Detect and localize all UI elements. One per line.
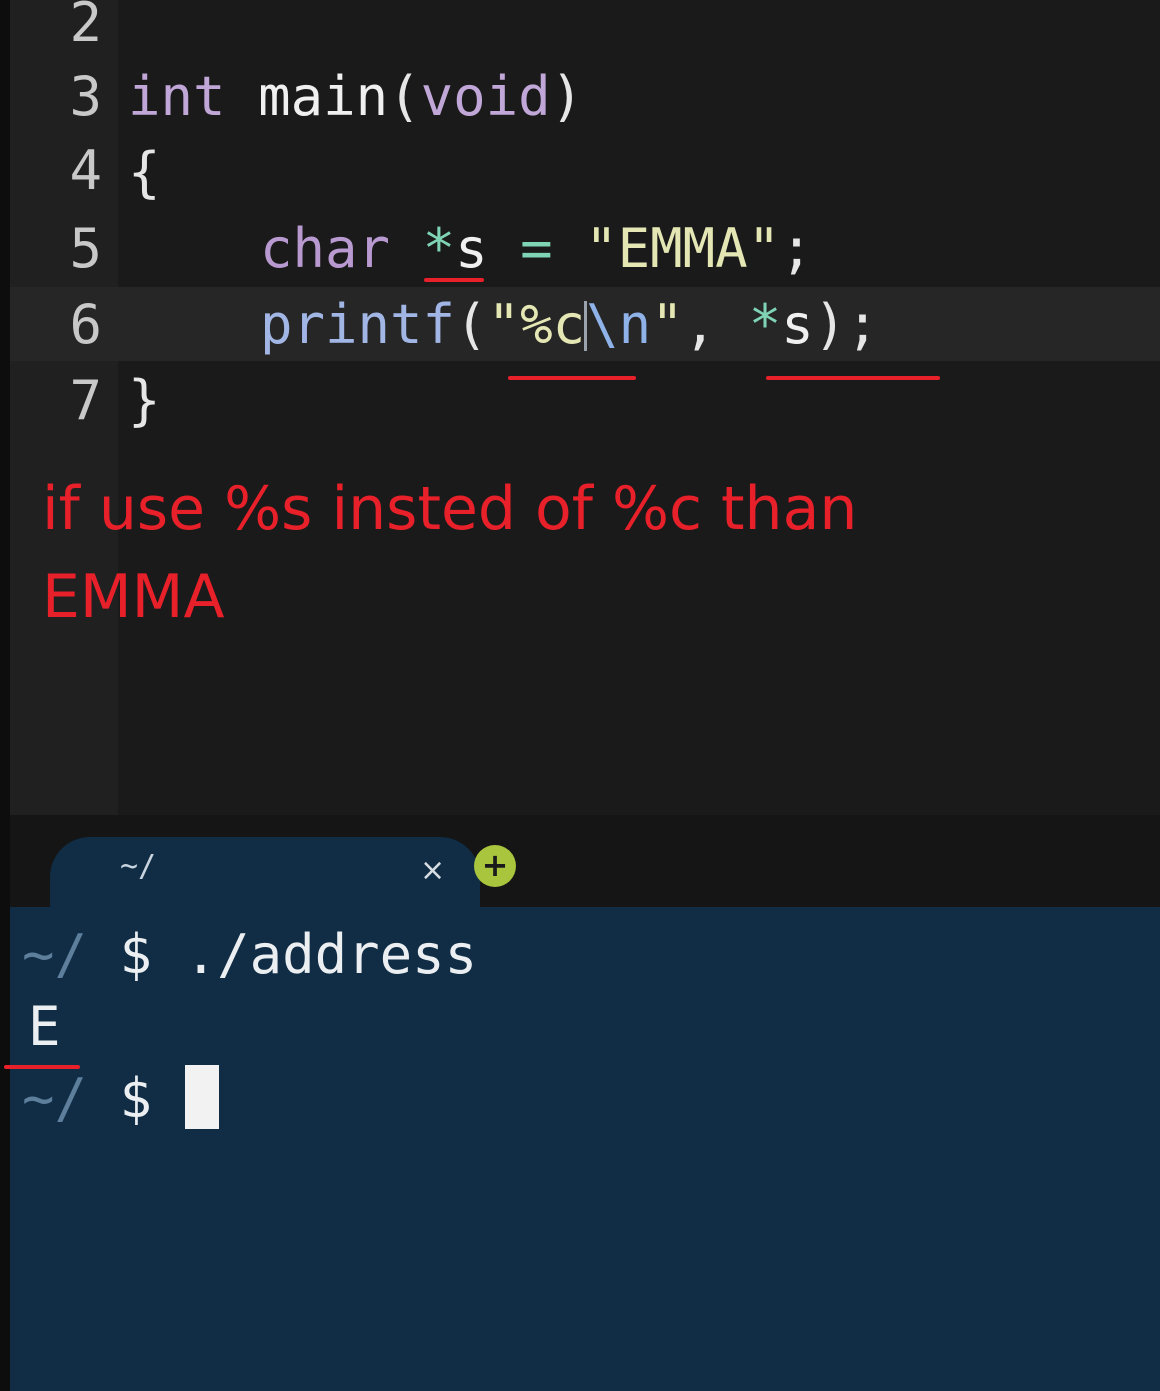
annotation-underline-format xyxy=(508,376,636,380)
code-line-4[interactable]: { xyxy=(128,136,161,210)
terminal-command: ./address xyxy=(184,923,478,986)
code-editor[interactable]: 2 3 4 5 6 7 int main(void) { char *s = "… xyxy=(10,0,1160,815)
line-number: 5 xyxy=(69,217,102,280)
line-number: 6 xyxy=(69,293,102,356)
prompt-directory: ~/ xyxy=(22,1067,88,1130)
function-name: main xyxy=(258,65,389,128)
open-brace: { xyxy=(128,141,161,204)
format-string-start: "%c xyxy=(487,293,586,356)
annotation-note-line-2: EMMA xyxy=(42,562,225,632)
semicolon: ; xyxy=(780,217,813,280)
prompt-symbol: $ xyxy=(119,1067,153,1130)
terminal-tab[interactable]: ~/ × xyxy=(50,837,480,909)
line-number: 4 xyxy=(69,139,102,202)
keyword-char: char xyxy=(260,217,391,280)
annotation-underline-output xyxy=(4,1065,80,1069)
escape-newline: \n xyxy=(586,293,652,356)
keyword-int: int xyxy=(128,65,226,128)
variable-s: s xyxy=(781,293,814,356)
line-number: 7 xyxy=(69,369,102,432)
pointer-star: * xyxy=(422,217,456,280)
terminal-command-line: ~/ $ ./address xyxy=(22,919,477,991)
code-line-6[interactable]: printf("%c\n", *s); xyxy=(260,288,879,362)
code-line-3[interactable]: int main(void) xyxy=(128,60,583,134)
statement-end: ); xyxy=(813,293,879,356)
code-line-5[interactable]: char *s = "EMMA"; xyxy=(260,212,813,286)
annotation-note-line-1: if use %s insted of %c than xyxy=(42,474,858,544)
prompt-symbol: $ xyxy=(119,923,153,986)
terminal-panel[interactable]: ~/ $ ./address E ~/ $ xyxy=(4,907,1160,1391)
printf-call: printf xyxy=(260,293,456,356)
dereference-star: * xyxy=(748,293,782,356)
paren-open: ( xyxy=(455,293,488,356)
close-icon[interactable]: × xyxy=(420,853,445,888)
annotation-underline-deref xyxy=(766,376,940,380)
add-tab-button[interactable]: + xyxy=(474,845,516,887)
paren-open: ( xyxy=(388,65,421,128)
string-literal: "EMMA" xyxy=(585,217,781,280)
close-brace: } xyxy=(128,369,161,432)
comma: , xyxy=(683,293,717,356)
prompt-directory: ~/ xyxy=(22,923,88,986)
annotation-underline-pointer xyxy=(424,278,484,282)
format-string-end: " xyxy=(651,293,684,356)
code-line-7[interactable]: } xyxy=(128,364,161,438)
terminal-prompt-line[interactable]: ~/ $ xyxy=(22,1063,219,1135)
keyword-void: void xyxy=(420,65,551,128)
terminal-cursor xyxy=(184,1065,219,1129)
assign-operator: = xyxy=(520,217,553,280)
line-number: 2 xyxy=(69,0,102,54)
terminal-tab-bar: ~/ × + xyxy=(10,815,1160,909)
paren-close: ) xyxy=(550,65,584,128)
terminal-output: E xyxy=(28,995,61,1058)
line-number: 3 xyxy=(69,65,102,128)
variable-s: s xyxy=(455,217,488,280)
tab-title: ~/ xyxy=(120,849,157,884)
